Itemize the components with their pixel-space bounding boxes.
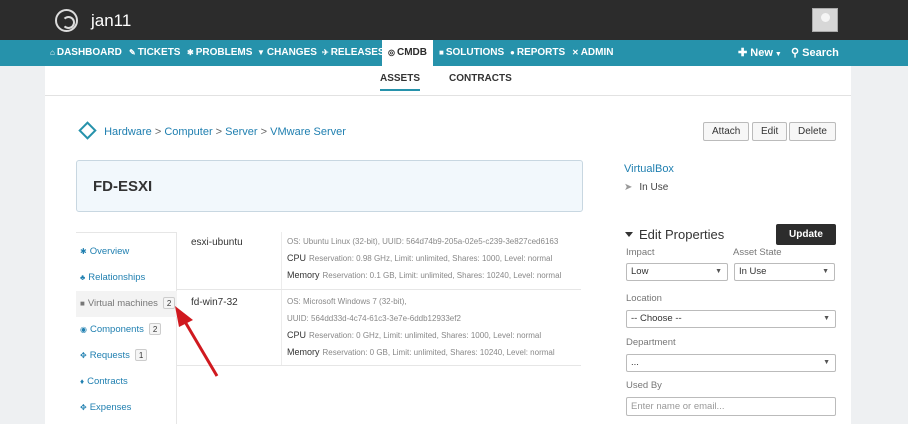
arrow-head [175, 306, 193, 327]
arrow-shaft [182, 319, 219, 377]
annotation-arrow [175, 306, 219, 377]
